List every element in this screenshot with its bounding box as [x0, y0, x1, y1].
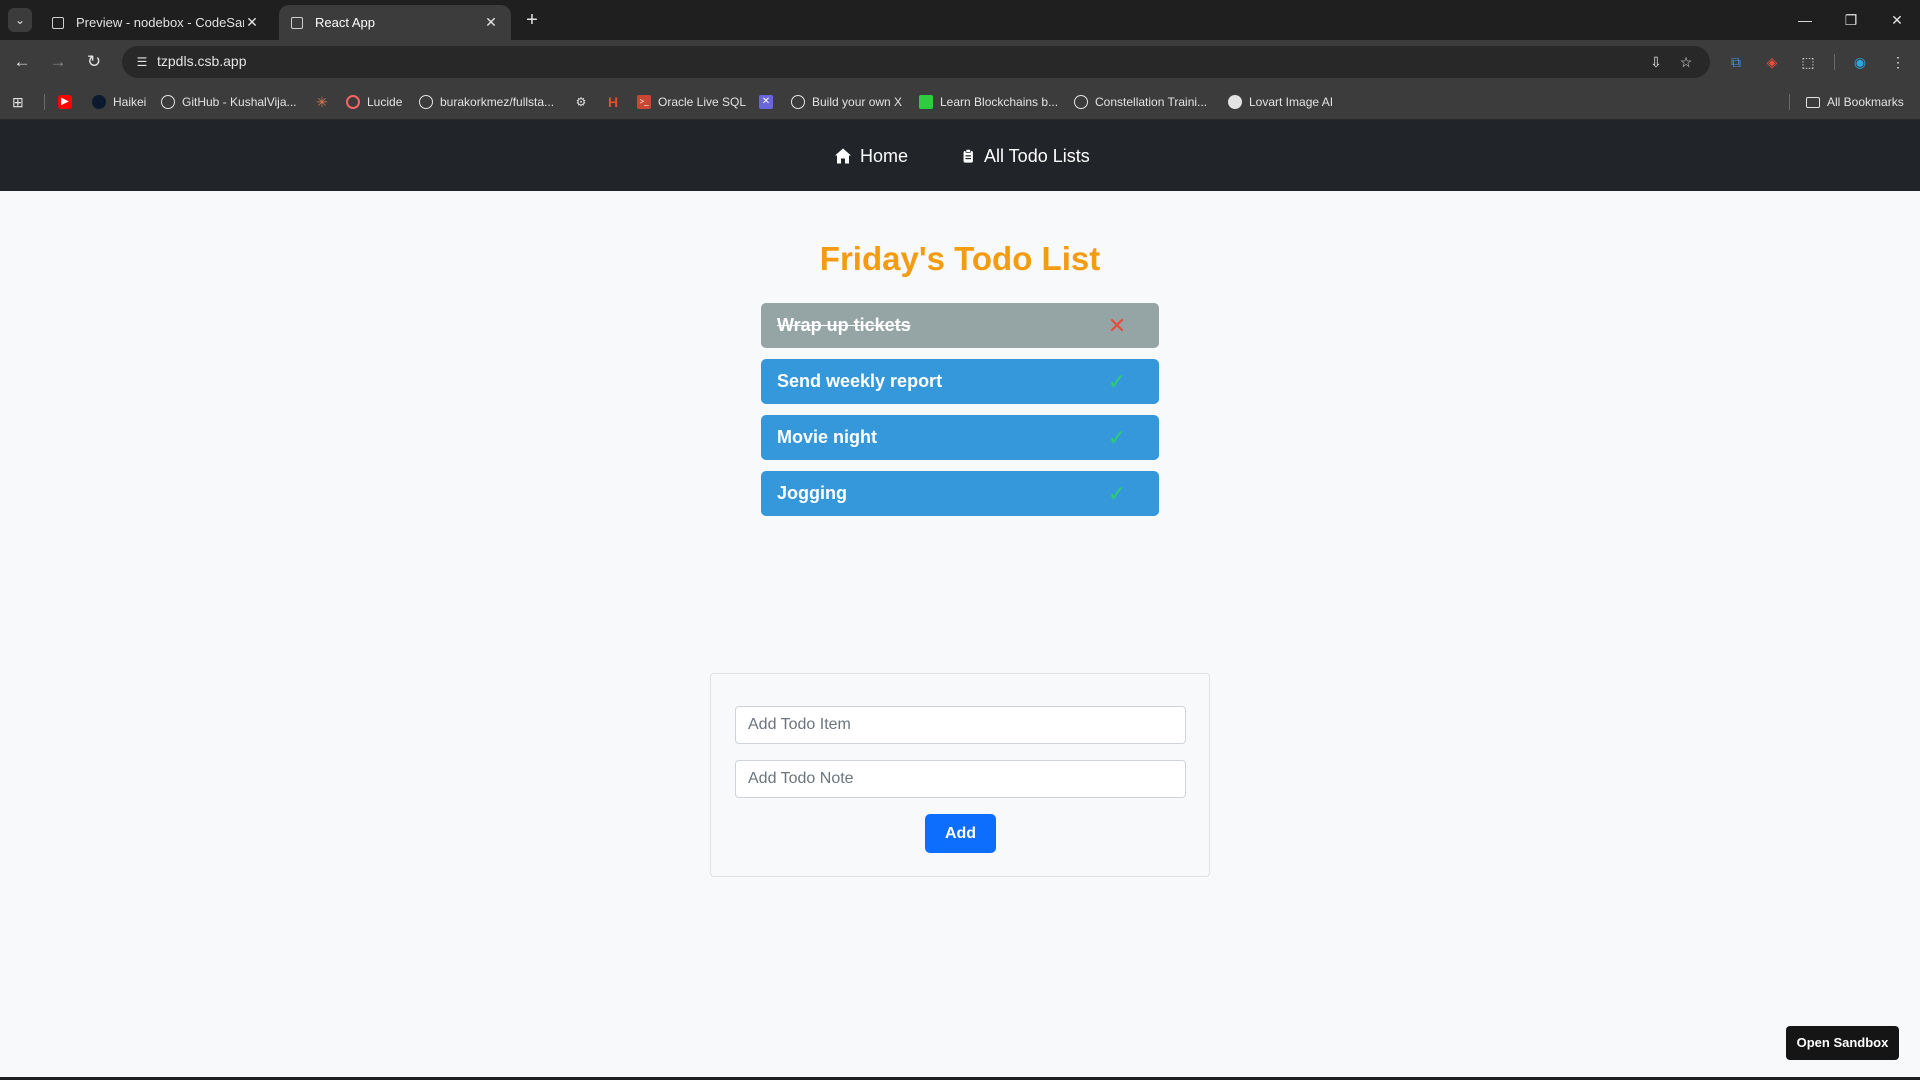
- todo-item[interactable]: Wrap up tickets ✕: [761, 303, 1159, 348]
- back-icon[interactable]: ←: [10, 50, 34, 74]
- page-title: Friday's Todo List: [819, 240, 1101, 277]
- mark-complete-check-icon[interactable]: ✓: [1101, 369, 1133, 395]
- haikei-icon: [92, 95, 106, 109]
- github-icon: [161, 95, 175, 109]
- bookmark-lovart[interactable]: Lovart Image AI: [1228, 92, 1333, 112]
- mark-complete-check-icon[interactable]: ✓: [1101, 425, 1133, 451]
- extensions-puzzle-icon[interactable]: ⬚: [1796, 50, 1820, 74]
- todo-item[interactable]: Jogging ✓: [761, 471, 1159, 516]
- bookmark-h[interactable]: H: [606, 92, 627, 112]
- nav-all-todo-lists-label: All Todo Lists: [984, 145, 1090, 166]
- home-icon: [835, 148, 851, 164]
- clipboard-list-icon: [963, 149, 973, 163]
- nav-all-todo-lists-link[interactable]: All Todo Lists: [962, 143, 1090, 169]
- excalidraw-icon: ✕: [759, 95, 773, 109]
- browser-menu-icon[interactable]: ⋮: [1886, 50, 1910, 74]
- youtube-icon: ▶: [58, 95, 72, 109]
- forward-icon[interactable]: →: [46, 50, 70, 74]
- extension-icon[interactable]: ◈: [1760, 50, 1784, 74]
- bookmarks-bar: ⊞ ▶ Haikei GitHub - KushalVija... ✳ Luci…: [0, 84, 1920, 120]
- add-todo-item-input[interactable]: [735, 706, 1186, 744]
- tab-close-icon[interactable]: ✕: [483, 14, 499, 31]
- add-todo-form: Add: [710, 673, 1210, 877]
- tab-close-icon[interactable]: ✕: [244, 14, 260, 31]
- bookmark-claude[interactable]: ✳: [315, 92, 336, 112]
- bookmark-youtube[interactable]: ▶: [58, 92, 79, 112]
- asterisk-icon: ✳: [316, 94, 328, 110]
- h-icon: H: [607, 94, 619, 110]
- nav-home-link[interactable]: Home: [834, 143, 908, 169]
- add-todo-note-input[interactable]: [735, 760, 1186, 798]
- oracle-icon: >_: [637, 95, 651, 109]
- lovart-icon: [1228, 95, 1242, 109]
- toolbar-divider: [1834, 54, 1835, 70]
- browser-tab-bar: ⌄ Preview - nodebox - CodeSandbox ✕ Reac…: [0, 0, 1920, 40]
- github-icon: [791, 95, 805, 109]
- globe-icon: [1074, 95, 1088, 109]
- bookmark-learn-blockchains[interactable]: Learn Blockchains b...: [919, 92, 1058, 112]
- bookmarks-divider: [44, 94, 45, 110]
- translate-extension-icon[interactable]: ⧉: [1724, 50, 1748, 74]
- apps-grid-icon[interactable]: ⊞: [12, 92, 24, 112]
- blockchain-icon: [919, 95, 933, 109]
- openai-icon: ⚙: [575, 95, 587, 109]
- install-app-icon[interactable]: ⇩: [1646, 52, 1666, 72]
- todo-item-text: Jogging: [777, 483, 847, 503]
- tab-react-app[interactable]: React App ✕: [279, 5, 511, 40]
- bookmark-oracle-live-sql[interactable]: >_ Oracle Live SQL: [637, 92, 746, 112]
- add-button[interactable]: Add: [925, 814, 996, 853]
- codesandbox-favicon-icon: [52, 16, 64, 29]
- tab-codesandbox-preview[interactable]: Preview - nodebox - CodeSandbox ✕: [40, 5, 272, 40]
- nav-home-label: Home: [860, 145, 909, 166]
- browser-toolbar: ← → ↻ ☰ tzpdls.csb.app ⇩ ☆ ⧉ ◈ ⬚ ◉ ⋮: [0, 40, 1920, 84]
- tab-search-icon[interactable]: ⌄: [8, 8, 32, 32]
- address-bar[interactable]: ☰ tzpdls.csb.app ⇩ ☆: [122, 46, 1710, 78]
- todo-item-text: Send weekly report: [777, 371, 943, 391]
- site-info-icon[interactable]: ☰: [132, 52, 152, 72]
- bookmark-lucide[interactable]: Lucide: [346, 92, 402, 112]
- tab-title: React App: [315, 15, 375, 30]
- mark-complete-check-icon[interactable]: ✓: [1101, 481, 1133, 507]
- folder-icon: [1806, 96, 1820, 108]
- todo-item[interactable]: Movie night ✓: [761, 415, 1159, 460]
- restore-icon[interactable]: ❐: [1836, 8, 1866, 32]
- todo-item-text: Wrap up tickets: [777, 315, 911, 335]
- tab-title: Preview - nodebox - CodeSandbox: [76, 15, 244, 30]
- bookmark-github-burak[interactable]: burakorkmez/fullsta...: [419, 92, 554, 112]
- profile-avatar-icon[interactable]: ◉: [1848, 50, 1872, 74]
- new-tab-icon[interactable]: +: [520, 8, 544, 32]
- bookmark-excalidraw[interactable]: ✕: [759, 92, 780, 112]
- bookmark-github-kushal[interactable]: GitHub - KushalVija...: [161, 92, 297, 112]
- lucide-icon: [346, 95, 360, 109]
- bookmark-star-icon[interactable]: ☆: [1676, 52, 1696, 72]
- open-sandbox-button[interactable]: Open Sandbox: [1786, 1026, 1899, 1060]
- bookmarks-divider: [1789, 94, 1790, 110]
- bookmark-openai[interactable]: ⚙: [574, 92, 595, 112]
- todo-item[interactable]: Send weekly report ✓: [761, 359, 1159, 404]
- window-close-icon[interactable]: ✕: [1882, 8, 1912, 32]
- minimize-icon[interactable]: —: [1790, 8, 1820, 32]
- app-navbar: Home All Todo Lists: [0, 120, 1920, 191]
- reload-icon[interactable]: ↻: [82, 50, 106, 74]
- mark-incomplete-cross-icon[interactable]: ✕: [1101, 313, 1133, 339]
- todo-item-text: Movie night: [777, 427, 877, 447]
- github-icon: [419, 95, 433, 109]
- codesandbox-favicon-icon: [291, 16, 303, 29]
- url-text[interactable]: tzpdls.csb.app: [157, 53, 247, 69]
- bookmark-build-your-own-x[interactable]: Build your own X: [791, 92, 902, 112]
- bookmark-haikei[interactable]: Haikei: [92, 92, 146, 112]
- bookmark-constellation[interactable]: Constellation Traini...: [1074, 92, 1207, 112]
- all-bookmarks-folder[interactable]: All Bookmarks: [1806, 92, 1904, 112]
